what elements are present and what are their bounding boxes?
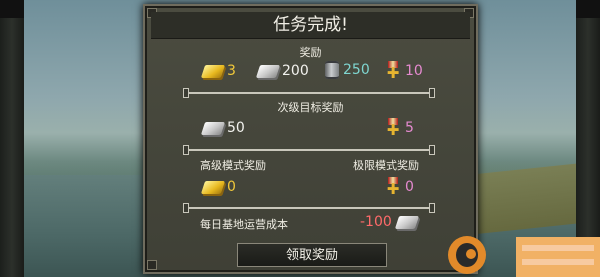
secondary-silver: 50 <box>200 120 245 136</box>
mission-complete-dialog: 任务完成! 奖励 3 200 250 ✚ 10 次级目标奖励 50 ✚ 5 高级… <box>143 4 478 274</box>
daily-cost-label: 每日基地运营成本 <box>200 218 288 231</box>
medal-icon: ✚ <box>385 118 401 138</box>
reward-silver: 200 <box>255 63 309 79</box>
right-pillar <box>576 0 600 277</box>
section-divider <box>183 145 435 155</box>
silver-bar-icon <box>200 121 226 135</box>
reward-medals-value: 10 <box>405 63 423 79</box>
claim-rewards-button[interactable]: 领取奖励 <box>237 243 387 267</box>
reward-medals: ✚ 10 <box>385 61 423 81</box>
silver-bar-icon <box>394 215 419 229</box>
daily-cost: -100 <box>360 214 419 230</box>
advanced-gold-value: 0 <box>227 179 236 195</box>
advanced-mode-label: 高级模式奖励 <box>200 159 266 172</box>
gold-bar-icon <box>200 180 226 194</box>
section-divider <box>183 88 435 98</box>
gold-bar-icon <box>200 64 226 78</box>
reward-silver-value: 200 <box>282 63 309 79</box>
overlay-banner <box>516 237 600 277</box>
secondary-rewards-label: 次级目标奖励 <box>277 101 344 114</box>
extreme-medals: ✚ 0 <box>385 177 414 197</box>
medal-icon: ✚ <box>385 177 401 197</box>
daily-cost-value: -100 <box>360 214 392 230</box>
fuel-barrel-icon <box>325 61 339 79</box>
silver-bar-icon <box>255 64 281 78</box>
rewards-label: 奖励 <box>299 46 322 59</box>
reward-gold: 3 <box>200 63 236 79</box>
section-divider <box>183 203 435 213</box>
secondary-silver-value: 50 <box>227 120 245 136</box>
advanced-gold: 0 <box>200 179 236 195</box>
reward-gold-value: 3 <box>227 63 236 79</box>
panel-corner <box>147 260 157 270</box>
dialog-title: 任务完成! <box>151 12 470 39</box>
left-pillar <box>0 0 24 277</box>
extreme-mode-label: 极限模式奖励 <box>353 159 419 172</box>
app-logo-icon <box>448 236 486 274</box>
secondary-medals: ✚ 5 <box>385 118 414 138</box>
medal-icon: ✚ <box>385 61 401 81</box>
reward-fuel: 250 <box>325 61 370 79</box>
reward-fuel-value: 250 <box>343 62 370 78</box>
extreme-medals-value: 0 <box>405 179 414 195</box>
secondary-medals-value: 5 <box>405 120 414 136</box>
